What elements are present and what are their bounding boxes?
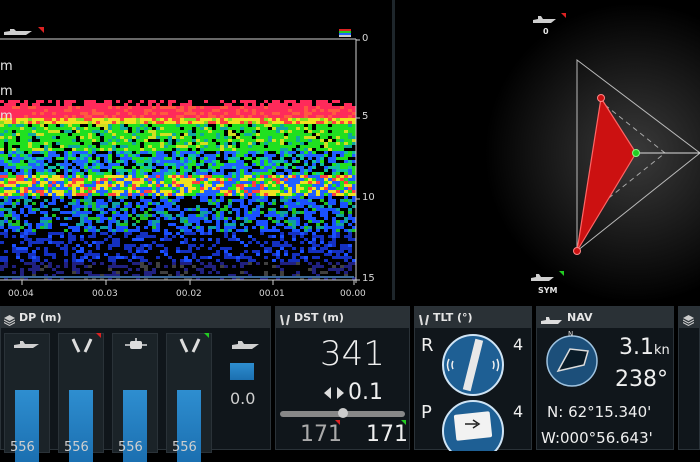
symmetry-radar-panel: 0 SYM	[395, 5, 700, 300]
time-tick-3: 00.02	[176, 289, 202, 299]
time-tick-5: 00.00	[340, 289, 366, 299]
tlt-panel: TLT (°) R 4 P 4	[414, 306, 532, 451]
vessel-icon	[232, 341, 259, 349]
compass-north-label: N	[568, 330, 574, 338]
dp-title: DP (m)	[19, 311, 62, 324]
dst-delta-value: 0.1	[348, 380, 383, 405]
alarm-marker	[561, 13, 566, 18]
dst-title: DST (m)	[294, 311, 344, 324]
radar-bottom-label: SYM	[538, 286, 558, 295]
dp-header[interactable]: DP (m)	[1, 307, 270, 328]
headrope-icon	[125, 338, 147, 349]
unit-label-2: m	[0, 84, 13, 99]
time-tick-1: 00.04	[8, 289, 34, 299]
symmetry-radar-chart	[485, 5, 700, 300]
dst-right-value: 171	[366, 422, 408, 447]
dp-sensor-5[interactable]: 0.0	[222, 333, 268, 453]
vessel-bottom-icon	[531, 274, 554, 281]
vertex-point	[573, 247, 581, 255]
echogram-panel: m m m 0 5 10 15 00.04 00.03 00.02 00.01 …	[0, 0, 392, 300]
vertex-point	[632, 149, 640, 157]
doors-small-icon	[279, 312, 291, 333]
dst-main-value: 341	[320, 334, 385, 374]
time-tick-2: 00.03	[92, 289, 118, 299]
vertex-point	[597, 94, 605, 102]
nav-speed-unit: kn	[654, 343, 670, 358]
doors-small-icon	[418, 312, 430, 333]
status-marker	[559, 271, 564, 276]
trawl-doors-icon	[179, 338, 201, 353]
nav-panel: NAV N 3.1kn 238° N: 62°15.340' W:000°56.…	[536, 306, 674, 450]
depth-tick-5: 5	[362, 111, 369, 122]
tlt-p-value: 4	[513, 402, 524, 421]
dst-left-value: 171	[300, 422, 342, 447]
time-tick-4: 00.01	[259, 289, 285, 299]
echogram-display	[0, 38, 360, 285]
vessel-icon	[4, 29, 32, 35]
depth-tick-0: 0	[362, 33, 369, 44]
roll-gauge-icon	[442, 334, 504, 396]
extra-header[interactable]	[679, 307, 699, 328]
nav-heading-value: 238°	[615, 367, 668, 392]
compass-icon	[546, 335, 598, 387]
dp-value-4: 556	[172, 440, 197, 455]
dp-sensor-4[interactable]: 556	[166, 333, 212, 462]
nav-latitude: N: 62°15.340'	[547, 403, 651, 421]
dp-sensor-2[interactable]: 556	[58, 333, 104, 462]
dp-value-2: 556	[64, 440, 89, 455]
vessel-top-icon	[533, 16, 556, 23]
tlt-r-label: R	[421, 335, 434, 356]
unit-label-1: m	[0, 59, 13, 74]
layers-icon	[682, 312, 695, 333]
extra-panel	[678, 306, 700, 450]
dp-panel: DP (m) 556 556 556 556 0.0	[0, 306, 271, 462]
dp-sensor-1[interactable]: 556	[4, 333, 50, 462]
spread-arrows-icon	[324, 387, 344, 399]
color-scale-icon[interactable]	[339, 29, 351, 37]
dp-value-1: 556	[10, 440, 35, 455]
nav-header[interactable]: NAV	[537, 307, 673, 328]
dp-value-3: 556	[118, 440, 143, 455]
dp-bar-5	[230, 363, 254, 380]
nav-speed: 3.1	[619, 335, 654, 360]
radar-top-label: 0	[543, 27, 549, 36]
tlt-r-value: 4	[513, 335, 524, 354]
alarm-marker	[38, 27, 44, 33]
echogram-returns	[0, 100, 356, 280]
dst-header[interactable]: DST (m)	[276, 307, 409, 328]
layers-icon	[3, 312, 16, 327]
unit-label-3: m	[0, 109, 13, 124]
pitch-gauge-icon	[442, 400, 504, 451]
dp-thruster-value: 0.0	[230, 389, 256, 408]
dst-panel: DST (m) 341 0.1 171 171	[275, 306, 410, 450]
alarm-marker	[96, 333, 101, 338]
depth-tick-15: 15	[362, 273, 375, 284]
trawl-doors-icon	[71, 338, 93, 353]
depth-tick-10: 10	[362, 192, 375, 203]
status-marker	[204, 333, 209, 338]
trawl-door-icon	[14, 341, 39, 348]
dp-sensor-3[interactable]: 556	[112, 333, 158, 462]
nav-lat-value: 62°15.340'	[568, 403, 652, 421]
nav-longitude: W:000°56.643'	[541, 429, 653, 447]
nav-speed-value: 3.1kn	[619, 335, 670, 360]
tlt-header[interactable]: TLT (°)	[415, 307, 531, 328]
tlt-title: TLT (°)	[433, 311, 473, 324]
nav-lat-label: N:	[547, 403, 564, 421]
dst-balance-knob	[338, 408, 348, 418]
tlt-p-label: P	[421, 402, 432, 423]
nav-title: NAV	[567, 311, 593, 324]
nav-lon-value: 000°56.643'	[560, 429, 653, 447]
nav-lon-label: W:	[541, 429, 561, 447]
